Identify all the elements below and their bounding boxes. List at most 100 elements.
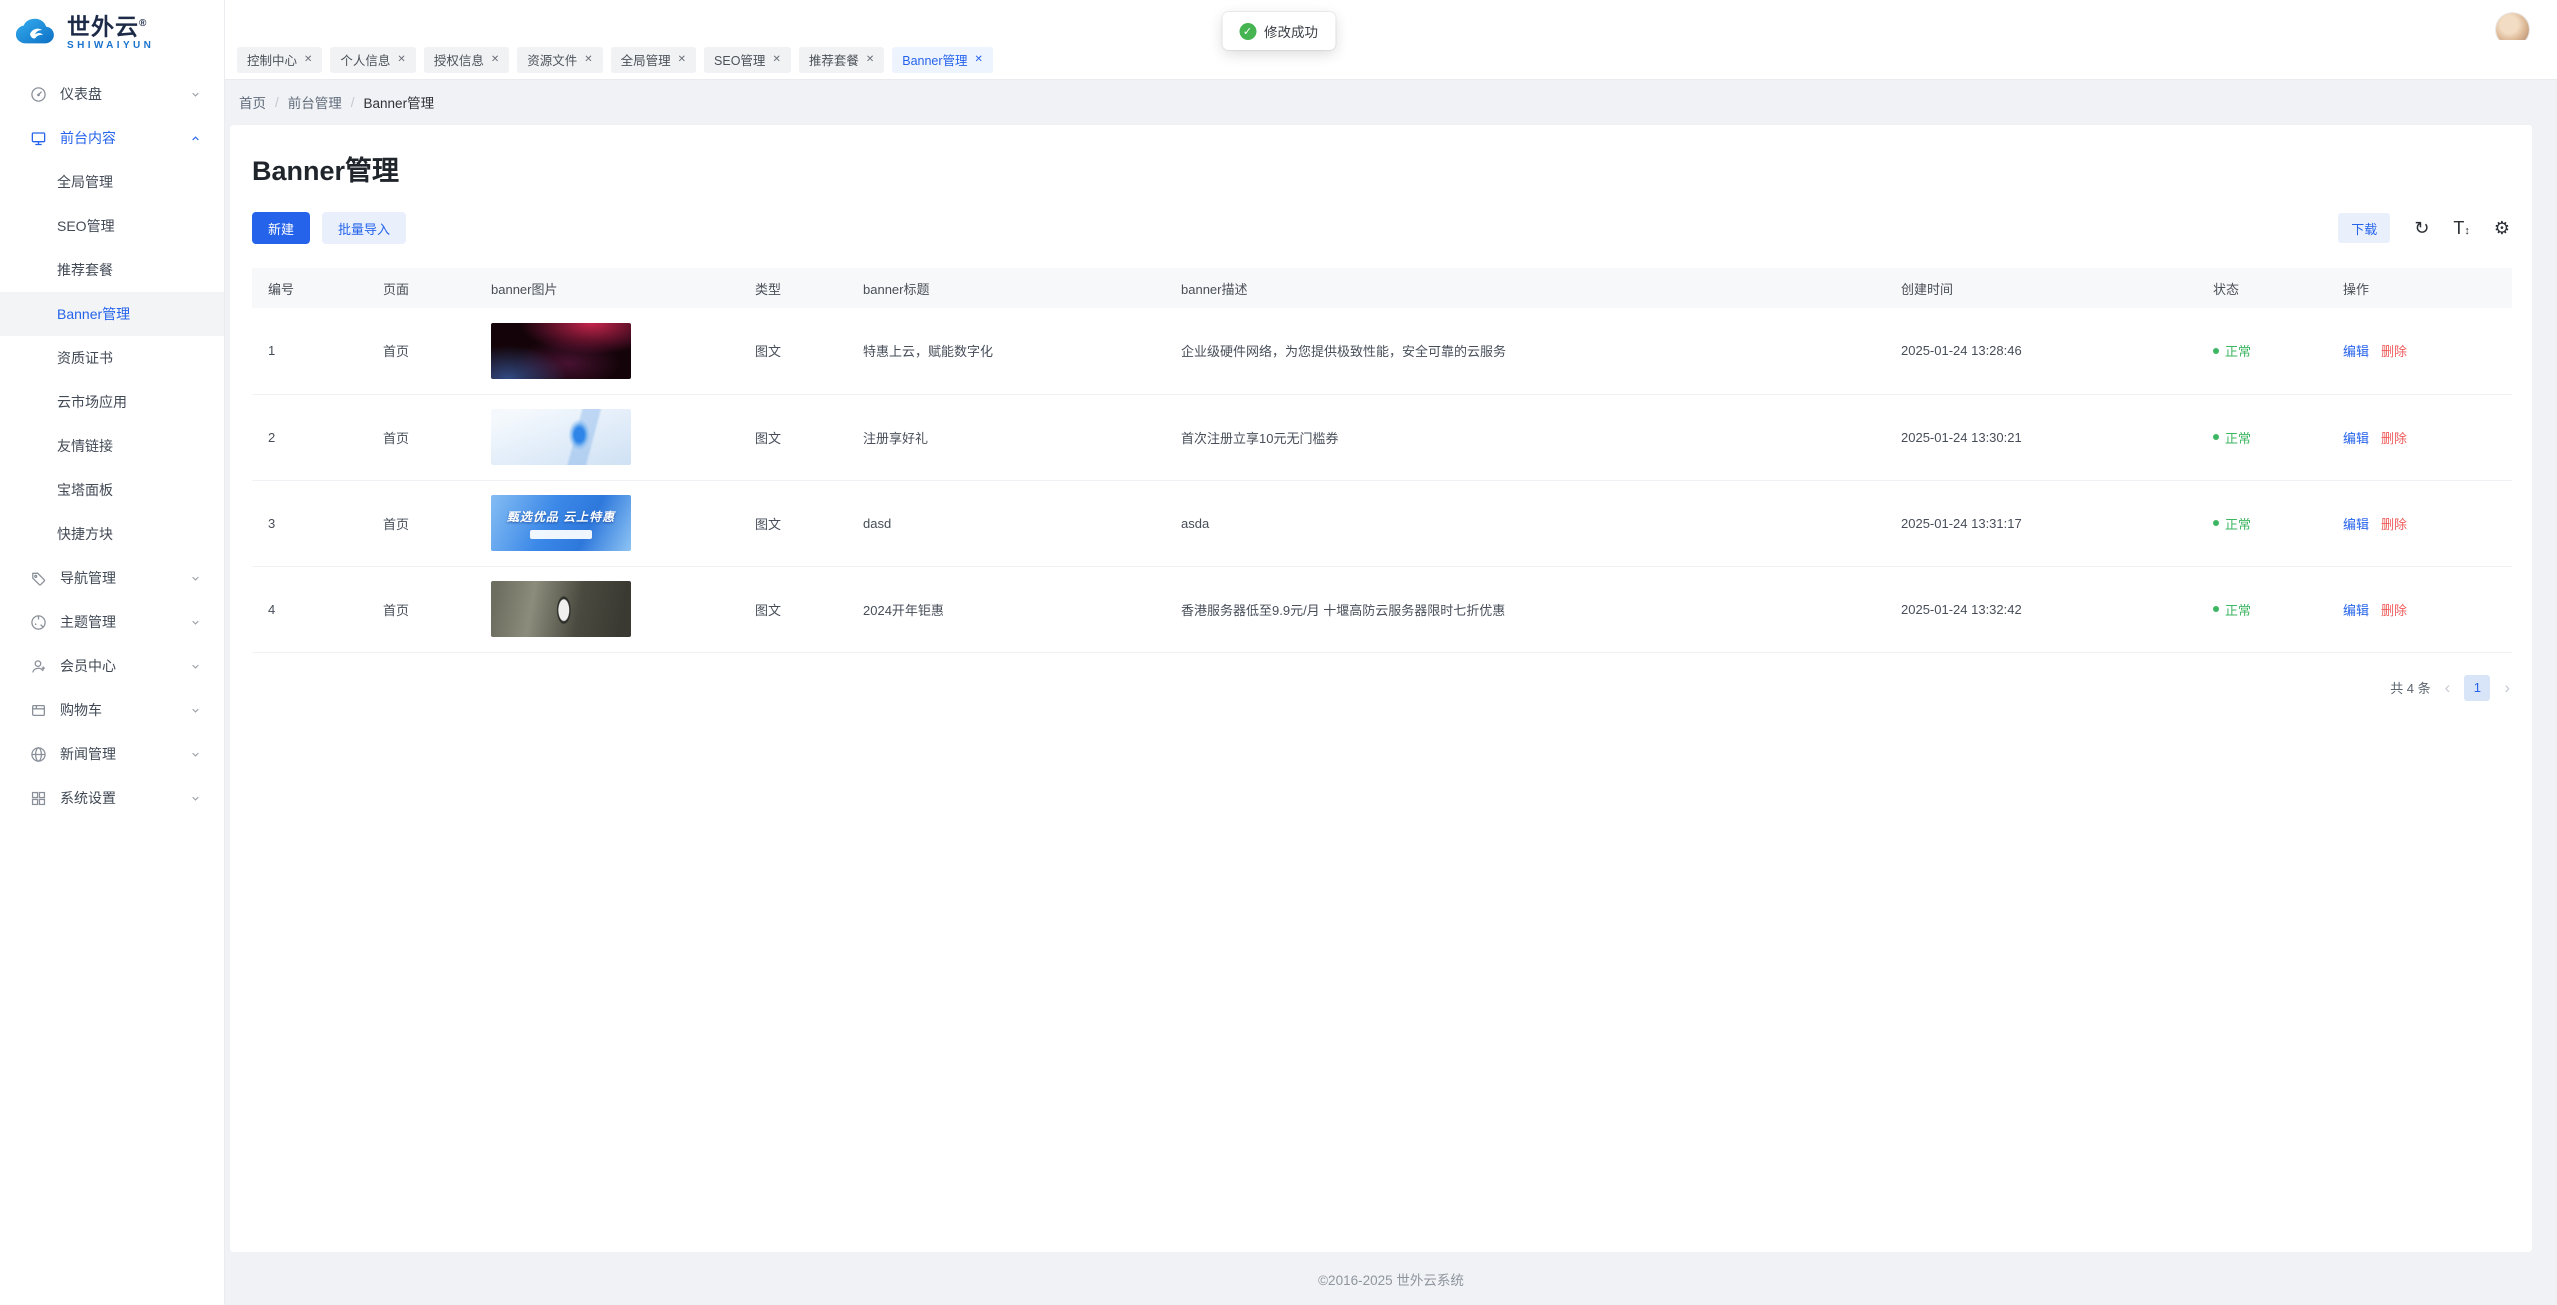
settings-gear-icon[interactable]: ⚙ — [2494, 219, 2510, 237]
batch-import-button[interactable]: 批量导入 — [322, 212, 406, 244]
sidebar-item[interactable]: 主题管理 — [0, 600, 224, 644]
column-header: 操作 — [2327, 268, 2512, 308]
brand-name-cn: 世外云® — [67, 12, 154, 39]
edit-link[interactable]: 编辑 — [2343, 344, 2369, 359]
top-header — [225, 0, 2557, 40]
column-header: 类型 — [739, 268, 847, 308]
tab-close-icon[interactable]: ✕ — [491, 54, 499, 65]
status-text: 正常 — [2225, 428, 2251, 447]
table-row: 4首页图文2024开年钜惠香港服务器低至9.9元/月 十堰高防云服务器限时七折优… — [252, 566, 2512, 652]
delete-link[interactable]: 删除 — [2381, 603, 2407, 618]
tab-close-icon[interactable]: ✕ — [975, 54, 983, 65]
cell-actions: 编辑删除 — [2327, 308, 2512, 394]
tab-label: 全局管理 — [621, 50, 671, 69]
new-button[interactable]: 新建 — [252, 212, 310, 244]
download-button[interactable]: 下载 — [2338, 213, 2390, 243]
sidebar-subitem[interactable]: 宝塔面板 — [0, 468, 224, 512]
cell-title: dasd — [847, 480, 1165, 566]
sidebar-subitem-label: 推荐套餐 — [57, 260, 113, 280]
tag-icon — [30, 570, 47, 587]
dashboard-icon — [30, 86, 47, 103]
status-dot-icon — [2213, 434, 2219, 440]
sidebar-subitem[interactable]: 全局管理 — [0, 160, 224, 204]
tab-label: SEO管理 — [714, 50, 765, 69]
column-header: 页面 — [367, 268, 475, 308]
tab-item[interactable]: 全局管理 ✕ — [611, 47, 696, 73]
edit-link[interactable]: 编辑 — [2343, 431, 2369, 446]
status-badge: 正常 — [2213, 600, 2251, 619]
sidebar-item[interactable]: 会员中心 — [0, 644, 224, 688]
breadcrumb-item[interactable]: 前台管理 — [288, 92, 342, 112]
tab-close-icon[interactable]: ✕ — [866, 54, 874, 65]
delete-link[interactable]: 删除 — [2381, 517, 2407, 532]
tab-item[interactable]: 授权信息✕ — [424, 47, 509, 73]
sidebar-item-label: 仪表盘 — [60, 84, 189, 104]
sidebar-item[interactable]: 仪表盘 — [0, 72, 224, 116]
prev-page-button[interactable]: ‹ — [2445, 679, 2451, 696]
tab-item[interactable]: 控制中心✕ — [237, 47, 322, 73]
tab-item[interactable]: SEO管理 ✕ — [704, 47, 791, 73]
breadcrumb-separator: / — [275, 95, 279, 110]
sidebar-item-label: 购物车 — [60, 700, 189, 720]
tab-item[interactable]: Banner管理✕ — [892, 47, 993, 73]
sidebar-subitem-label: 友情链接 — [57, 436, 113, 456]
sidebar-item[interactable]: 购物车 — [0, 688, 224, 732]
sidebar-item[interactable]: 系统设置 — [0, 776, 224, 820]
refresh-icon[interactable]: ↻ — [2414, 219, 2429, 237]
tab-close-icon[interactable]: ✕ — [584, 54, 592, 65]
sidebar-item-label: 新闻管理 — [60, 744, 189, 764]
banner-image — [491, 323, 631, 379]
tab-close-icon[interactable]: ✕ — [678, 54, 686, 65]
brand-name-en: SHIWAIYUN — [67, 40, 154, 51]
sidebar-item[interactable]: 导航管理 — [0, 556, 224, 600]
tab-item[interactable]: 个人信息✕ — [330, 47, 415, 73]
sidebar-subitem[interactable]: 推荐套餐 — [0, 248, 224, 292]
cell-desc: 香港服务器低至9.9元/月 十堰高防云服务器限时七折优惠 — [1165, 566, 1885, 652]
breadcrumb-item[interactable]: 首页 — [239, 92, 266, 112]
sidebar-item[interactable]: 新闻管理 — [0, 732, 224, 776]
banner-table: 编号页面banner图片类型banner标题banner描述创建时间状态操作 1… — [252, 268, 2512, 653]
delete-link[interactable]: 删除 — [2381, 431, 2407, 446]
column-header: banner图片 — [475, 268, 739, 308]
delete-link[interactable]: 删除 — [2381, 344, 2407, 359]
sidebar-item-label: 导航管理 — [60, 568, 189, 588]
sidebar-subitem[interactable]: 友情链接 — [0, 424, 224, 468]
status-badge: 正常 — [2213, 514, 2251, 533]
column-header: 状态 — [2197, 268, 2327, 308]
cell-banner-image — [475, 394, 739, 480]
text-size-icon[interactable]: T↕ — [2453, 219, 2470, 237]
cloud-logo-icon — [16, 12, 60, 52]
tab-item[interactable]: 推荐套餐✕ — [799, 47, 884, 73]
edit-link[interactable]: 编辑 — [2343, 517, 2369, 532]
cell-page: 首页 — [367, 308, 475, 394]
chevron-up-icon — [189, 132, 202, 145]
edit-link[interactable]: 编辑 — [2343, 603, 2369, 618]
banner-image — [491, 581, 631, 637]
chevron-down-icon — [189, 572, 202, 585]
tab-item[interactable]: 资源文件✕ — [517, 47, 602, 73]
sidebar-subitem[interactable]: 快捷方块 — [0, 512, 224, 556]
sidebar-subitem[interactable]: SEO管理 — [0, 204, 224, 248]
next-page-button[interactable]: › — [2504, 679, 2510, 696]
page-title: Banner管理 — [252, 149, 2510, 188]
tab-close-icon[interactable]: ✕ — [772, 54, 780, 65]
sidebar-item[interactable]: 前台内容 — [0, 116, 224, 160]
cell-created: 2025-01-24 13:30:21 — [1885, 394, 2197, 480]
sidebar-subitem-label: 快捷方块 — [57, 524, 113, 544]
tab-close-icon[interactable]: ✕ — [304, 54, 312, 65]
cell-id: 4 — [252, 566, 367, 652]
chevron-down-icon — [189, 88, 202, 101]
sidebar-subitem[interactable]: 云市场应用 — [0, 380, 224, 424]
status-text: 正常 — [2225, 341, 2251, 360]
tab-close-icon[interactable]: ✕ — [397, 54, 405, 65]
status-text: 正常 — [2225, 600, 2251, 619]
app-root: 世外云® SHIWAIYUN 仪表盘前台内容全局管理SEO管理推荐套餐Banne… — [0, 0, 2557, 1305]
toast: ✓ 修改成功 — [1222, 12, 1335, 50]
current-page-button[interactable]: 1 — [2464, 675, 2490, 701]
cell-type: 图文 — [739, 308, 847, 394]
sidebar-subitem[interactable]: Banner管理 — [0, 292, 224, 336]
cell-banner-image — [475, 566, 739, 652]
breadcrumb-item: Banner管理 — [364, 92, 435, 112]
sidebar-subitem[interactable]: 资质证书 — [0, 336, 224, 380]
sidebar-menu: 仪表盘前台内容全局管理SEO管理推荐套餐 Banner管理资质证书云市场应用友情链… — [0, 72, 224, 1305]
